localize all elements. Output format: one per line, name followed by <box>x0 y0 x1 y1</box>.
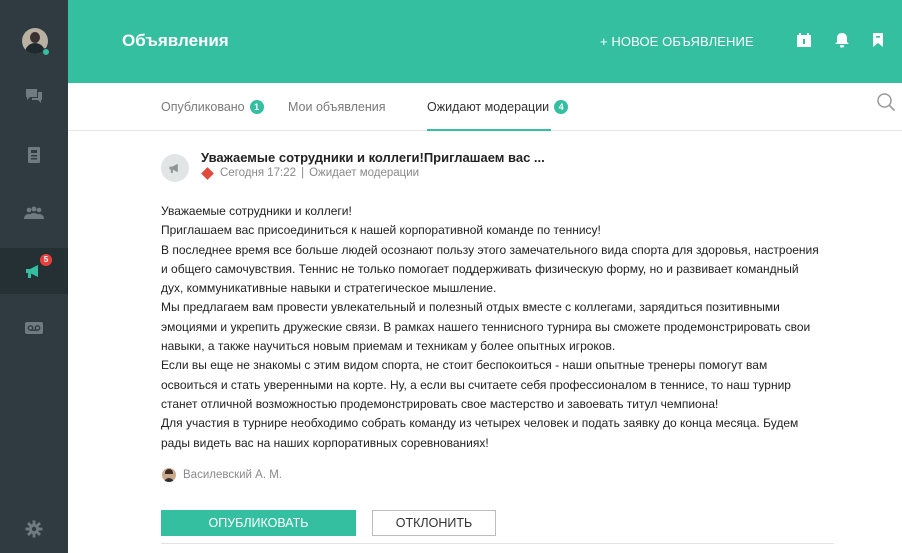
author-avatar <box>162 468 176 482</box>
calendar-icon[interactable] <box>796 32 812 48</box>
new-announcement-button[interactable]: + НОВОЕ ОБЪЯВЛЕНИЕ <box>600 34 754 49</box>
post-line: Если вы еще не знакомы с этим видом спор… <box>161 358 768 373</box>
tabs-bar: Опубликовано 1 Мои объявления Ожидают мо… <box>68 83 902 131</box>
sidebar-item-settings[interactable] <box>0 506 68 552</box>
meta-separator: | <box>301 167 305 179</box>
post-line: Для участия в турнире необходимо собрать… <box>161 416 799 431</box>
groups-icon <box>24 206 44 219</box>
post-status: Ожидает модерации <box>309 167 420 179</box>
decline-button[interactable]: ОТКЛОНИТЬ <box>372 510 496 536</box>
bookmark-icon[interactable] <box>870 32 886 48</box>
author-name: Василевский А. М. <box>183 469 282 481</box>
page-title: Объявления <box>122 31 229 50</box>
tab-count-badge: 4 <box>554 100 569 114</box>
post-line: Мы предлагаем вам провести увлекательный… <box>161 300 780 315</box>
bell-icon[interactable] <box>834 32 850 48</box>
post-line: дух, коммуникативные навыки и стратегиче… <box>161 281 497 296</box>
post-line: Приглашаем вас присоединиться к нашей ко… <box>161 223 601 238</box>
gear-icon <box>25 520 43 538</box>
chat-icon <box>26 89 42 103</box>
announcement-avatar <box>161 154 189 182</box>
online-status-dot <box>42 48 50 56</box>
tab-my-announcements[interactable]: Мои объявления <box>288 83 386 131</box>
app-header: Объявления + НОВОЕ ОБЪЯВЛЕНИЕ <box>68 0 902 83</box>
sidebar-item-chats[interactable] <box>0 73 68 119</box>
tab-published[interactable]: Опубликовано 1 <box>161 83 264 131</box>
post-line: навыки, а также научиться новым приемам … <box>161 339 616 354</box>
active-tab-indicator <box>427 129 551 131</box>
sidebar-item-announcements[interactable]: 5 <box>0 248 68 294</box>
tab-label: Ожидают модерации <box>427 100 550 114</box>
post-title[interactable]: Уважаемые сотрудники и коллеги!Приглашае… <box>201 150 545 165</box>
tab-awaiting-moderation[interactable]: Ожидают модерации 4 <box>427 83 569 131</box>
megaphone-icon <box>169 163 178 173</box>
tab-count-badge: 1 <box>249 100 264 114</box>
post-line: освоиться и стать уверенными на корте. Н… <box>161 377 791 392</box>
divider <box>161 543 834 544</box>
megaphone-icon <box>26 265 38 278</box>
sidebar: 5 <box>0 0 68 553</box>
tab-label: Мои объявления <box>288 100 386 114</box>
post-line: станет отличной возможностью продемонстр… <box>161 396 719 411</box>
tab-label: Опубликовано <box>161 100 245 114</box>
post-line: В последнее время все больше людей осозн… <box>161 242 819 257</box>
post-line: рады видеть вас на наших корпоративных с… <box>161 435 489 450</box>
sidebar-item-voicemail[interactable] <box>0 305 68 351</box>
contacts-icon <box>28 147 40 163</box>
warning-icon <box>201 166 214 180</box>
publish-button[interactable]: ОПУБЛИКОВАТЬ <box>161 510 356 536</box>
sidebar-item-contacts[interactable] <box>0 132 68 178</box>
voicemail-icon <box>25 322 43 334</box>
post-body: Уважаемые сотрудники и коллеги! Приглаша… <box>161 202 851 453</box>
post-line: эмоциями и укрепить дружеские связи. В р… <box>161 319 811 334</box>
post-author[interactable]: Василевский А. М. <box>162 468 282 482</box>
search-icon[interactable] <box>876 92 896 112</box>
post-line: Уважаемые сотрудники и коллеги! <box>161 204 352 218</box>
post-time: Сегодня 17:22 <box>220 167 297 179</box>
post-line: и общего самочувствия. Теннис не только … <box>161 261 799 276</box>
post-meta: Сегодня 17:22 | Ожидает модерации <box>201 166 420 180</box>
sidebar-item-groups[interactable] <box>0 191 68 237</box>
announcements-badge: 5 <box>40 254 52 266</box>
